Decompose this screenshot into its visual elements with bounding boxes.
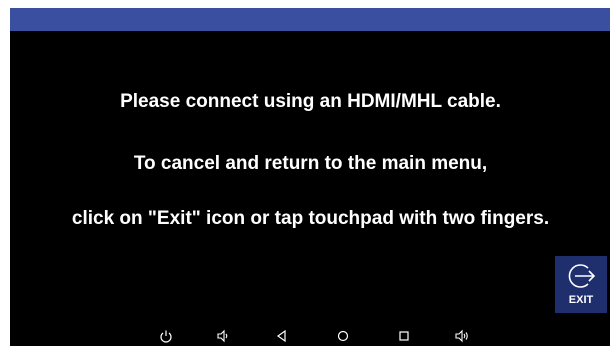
message-line-1: Please connect using an HDMI/MHL cable. xyxy=(120,91,501,112)
status-bar xyxy=(10,8,610,31)
volume-down-icon[interactable] xyxy=(215,328,231,344)
exit-button[interactable]: EXIT xyxy=(555,256,607,313)
exit-label: EXIT xyxy=(568,294,594,306)
message-line-2: To cancel and return to the main menu, xyxy=(133,153,488,174)
back-icon[interactable] xyxy=(274,328,290,344)
power-icon[interactable] xyxy=(158,328,174,344)
message-line-3: click on "Exit" icon or tap touchpad wit… xyxy=(71,208,550,229)
volume-up-icon[interactable] xyxy=(454,328,470,344)
recents-icon[interactable] xyxy=(396,328,412,344)
exit-arrow-icon xyxy=(568,264,596,288)
home-icon[interactable] xyxy=(335,328,351,344)
navigation-bar xyxy=(10,326,610,346)
app-screen: Please connect using an HDMI/MHL cable. … xyxy=(10,8,610,346)
